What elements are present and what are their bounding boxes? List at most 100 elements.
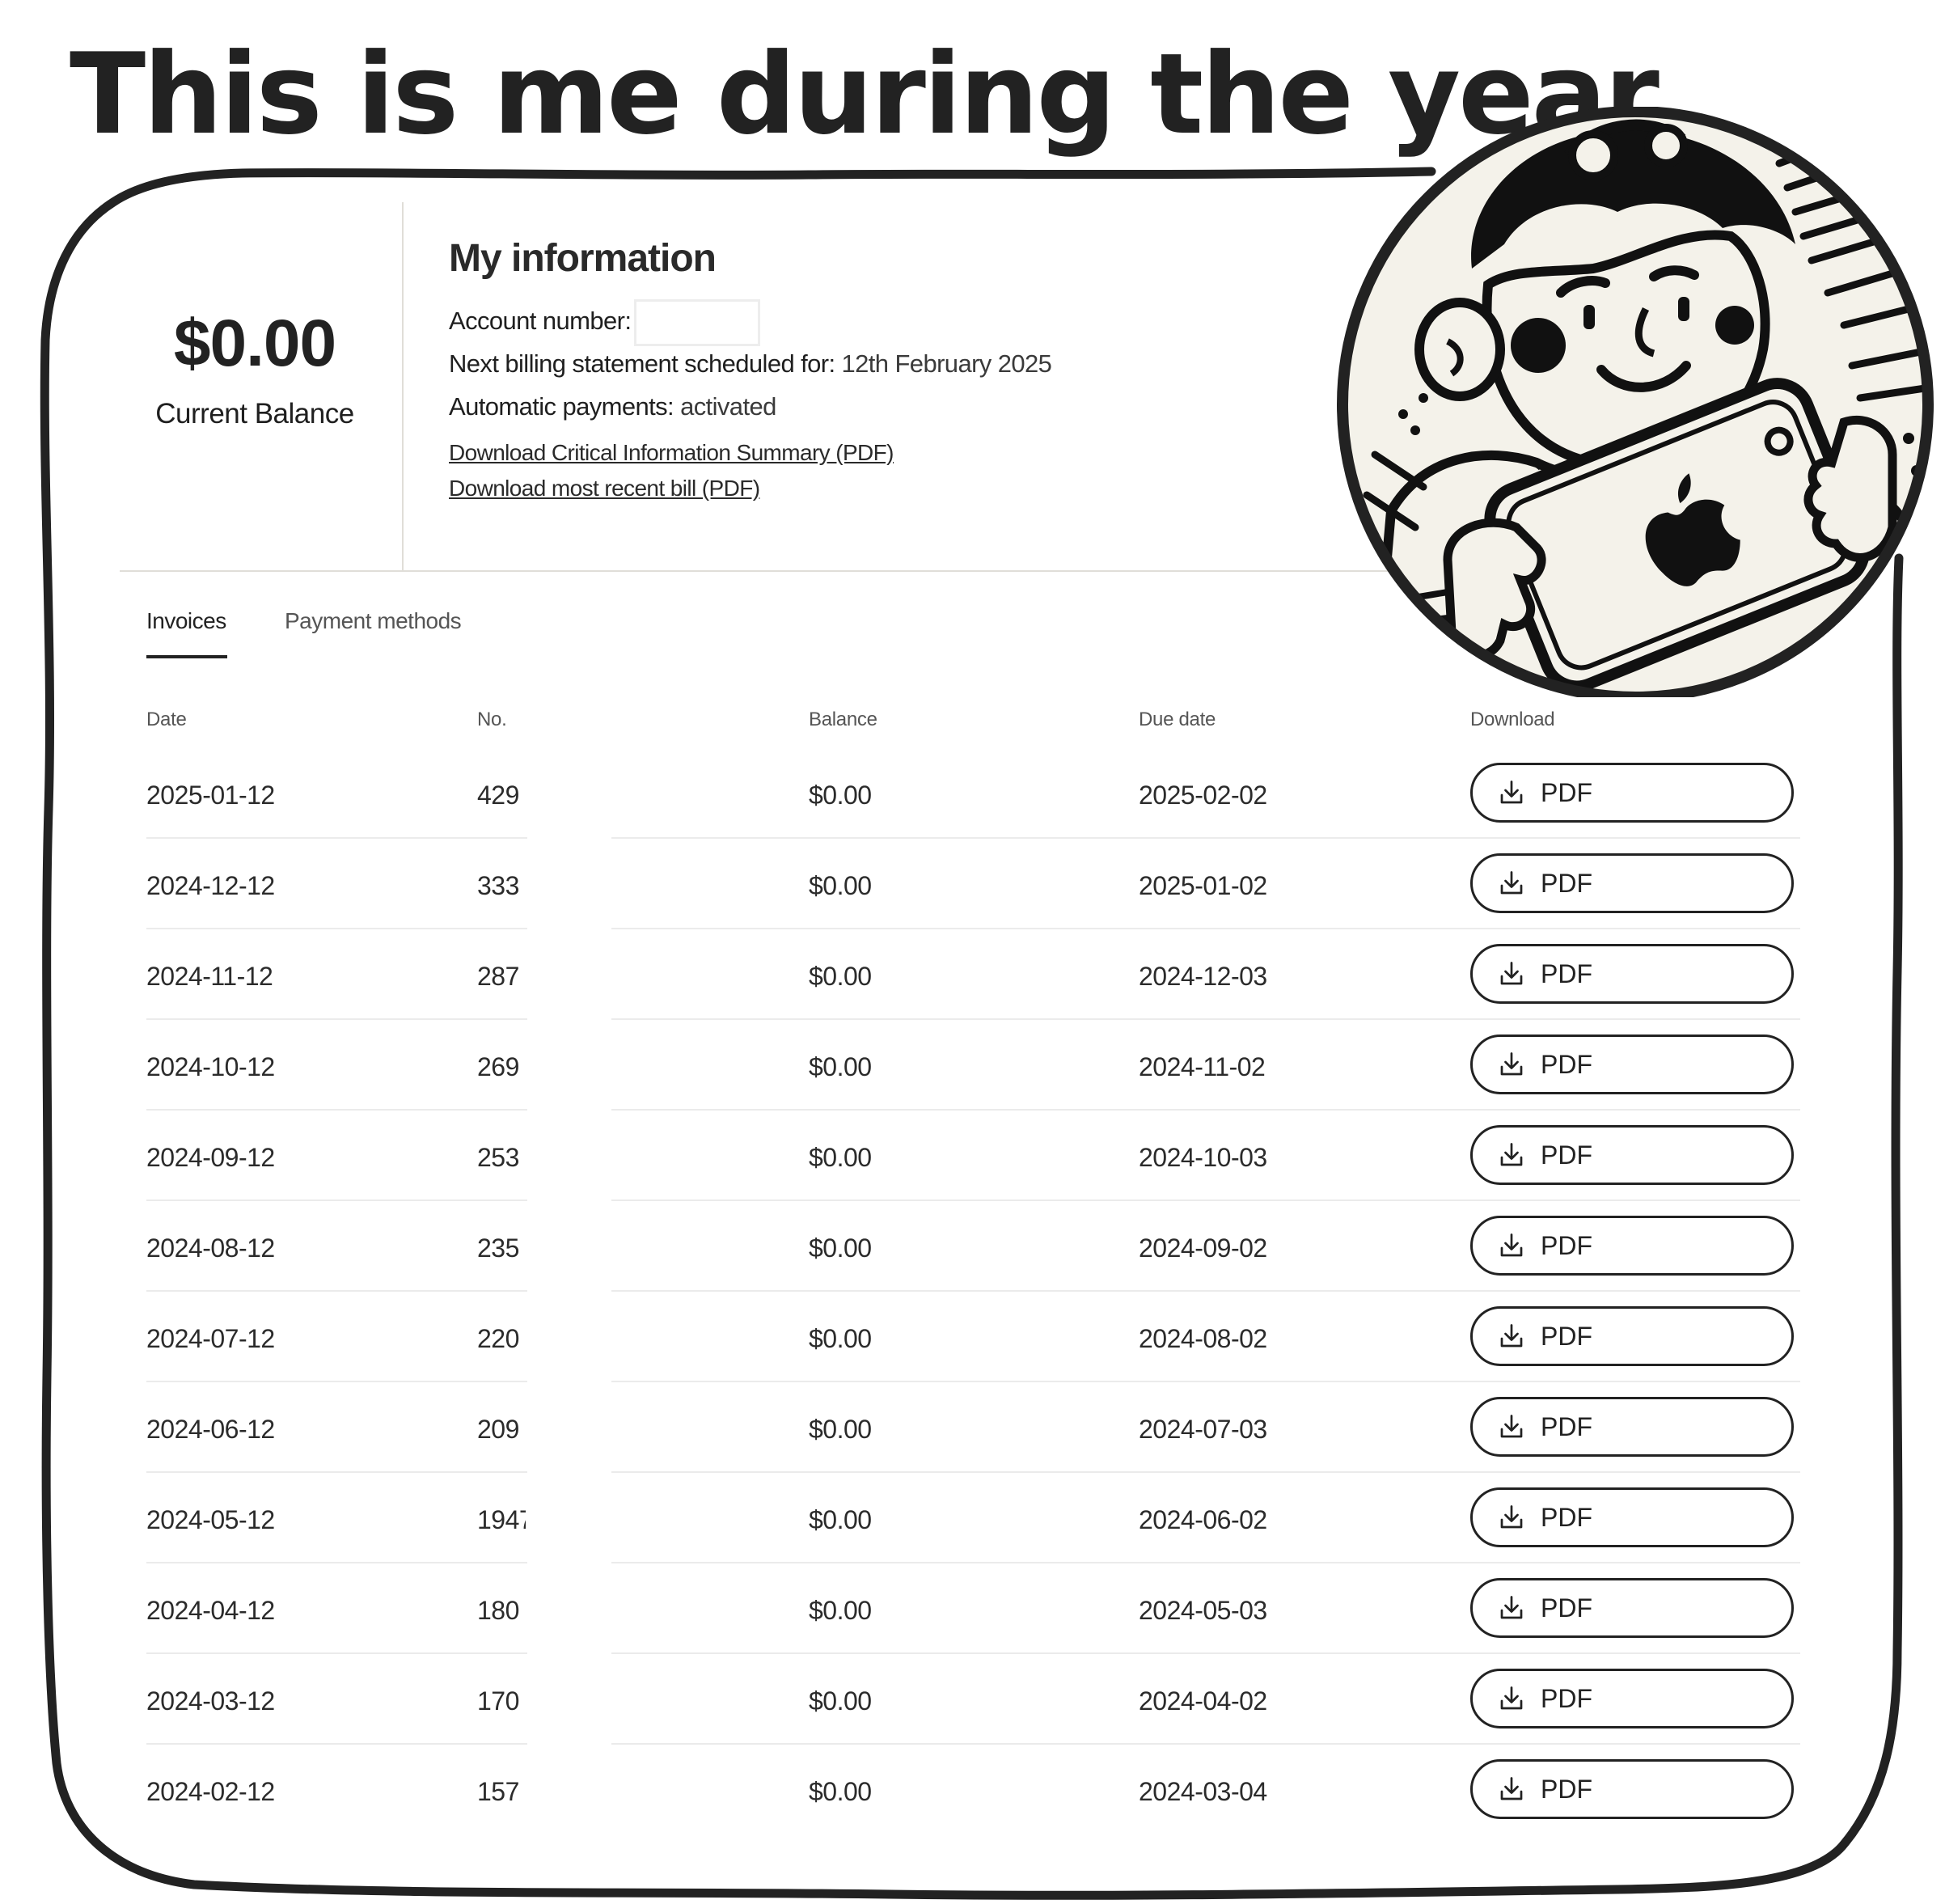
invoice-date: 2025-01-12	[146, 781, 275, 810]
info-title: My information	[449, 237, 717, 280]
header-no: No.	[477, 709, 507, 730]
invoice-balance: $0.00	[809, 1233, 872, 1263]
invoice-row: 2024-08-12 235 $0.00 2024-09-02 PDF	[0, 1201, 1945, 1293]
invoice-date: 2024-07-12	[146, 1324, 275, 1353]
invoice-due-date: 2025-01-02	[1139, 871, 1267, 900]
download-pdf-button[interactable]: PDF	[1470, 1759, 1794, 1819]
invoice-number: 1947	[477, 1505, 526, 1534]
invoice-date: 2024-09-12	[146, 1143, 275, 1172]
invoice-row: 2024-09-12 253 $0.00 2024-10-03 PDF	[0, 1111, 1945, 1202]
header-balance: Balance	[809, 709, 877, 730]
download-pdf-button[interactable]: PDF	[1470, 1035, 1794, 1094]
download-pdf-button[interactable]: PDF	[1470, 1125, 1794, 1185]
invoice-date: 2024-10-12	[146, 1052, 275, 1081]
auto-payments-row: Automatic payments: activated	[449, 392, 776, 421]
invoice-balance: $0.00	[809, 1505, 872, 1534]
invoice-number: 333	[477, 871, 519, 900]
download-pdf-button[interactable]: PDF	[1470, 944, 1794, 1004]
pdf-button-label: PDF	[1541, 1683, 1592, 1713]
invoice-date: 2024-02-12	[146, 1777, 275, 1806]
invoice-number: 170	[477, 1686, 519, 1716]
download-cis-link[interactable]: Download Critical Information Summary (P…	[449, 440, 894, 466]
invoice-date: 2024-03-12	[146, 1686, 275, 1716]
download-icon	[1500, 871, 1523, 895]
account-number-row: Account number:	[449, 299, 761, 346]
download-icon	[1500, 1596, 1523, 1619]
pdf-button-label: PDF	[1541, 1140, 1592, 1170]
invoice-date: 2024-12-12	[146, 871, 275, 900]
download-icon	[1500, 1143, 1523, 1166]
invoice-row: 2024-12-12 333 $0.00 2025-01-02 PDF	[0, 839, 1945, 930]
invoice-number: 209	[477, 1415, 519, 1444]
invoice-number: 253	[477, 1143, 519, 1172]
invoice-date: 2024-05-12	[146, 1505, 275, 1534]
invoice-due-date: 2024-10-03	[1139, 1143, 1267, 1172]
download-pdf-button[interactable]: PDF	[1470, 853, 1794, 913]
download-pdf-button[interactable]: PDF	[1470, 1487, 1794, 1547]
panel-divider	[402, 202, 404, 570]
invoice-balance: $0.00	[809, 1415, 872, 1444]
invoice-row: 2024-04-12 180 $0.00 2024-05-03 PDF	[0, 1563, 1945, 1655]
invoice-date: 2024-08-12	[146, 1233, 275, 1263]
pdf-button-label: PDF	[1541, 1321, 1592, 1351]
invoice-row: 2024-02-12 157 $0.00 2024-03-04 PDF	[0, 1745, 1945, 1835]
download-icon	[1500, 1233, 1523, 1257]
pdf-button-label: PDF	[1541, 1411, 1592, 1441]
auto-payments-label: Automatic payments:	[449, 392, 674, 421]
download-icon	[1500, 1505, 1523, 1529]
invoice-balance: $0.00	[809, 1686, 872, 1716]
invoice-row: 2024-07-12 220 $0.00 2024-08-02 PDF	[0, 1292, 1945, 1383]
billing-value: 12th February 2025	[841, 349, 1052, 378]
invoice-date: 2024-06-12	[146, 1415, 275, 1444]
pdf-button-label: PDF	[1541, 1049, 1592, 1079]
pdf-button-label: PDF	[1541, 1502, 1592, 1532]
avatar-illustration	[1337, 107, 1934, 697]
download-icon	[1500, 1686, 1523, 1710]
header-due-date: Due date	[1139, 709, 1216, 730]
invoice-row: 2025-01-12 429 $0.00 2025-02-02 PDF	[0, 748, 1945, 840]
download-recent-bill-link[interactable]: Download most recent bill (PDF)	[449, 476, 760, 501]
invoice-date: 2024-11-12	[146, 962, 273, 991]
download-icon	[1500, 1415, 1523, 1438]
invoice-due-date: 2025-02-02	[1139, 781, 1267, 810]
invoice-date: 2024-04-12	[146, 1596, 275, 1625]
tab-payment-methods[interactable]: Payment methods	[285, 608, 462, 634]
invoice-due-date: 2024-03-04	[1139, 1777, 1267, 1806]
download-pdf-button[interactable]: PDF	[1470, 1578, 1794, 1638]
invoice-row: 2024-10-12 269 $0.00 2024-11-02 PDF	[0, 1020, 1945, 1111]
invoice-row: 2024-06-12 209 $0.00 2024-07-03 PDF	[0, 1382, 1945, 1474]
header-date: Date	[146, 709, 187, 730]
invoice-balance: $0.00	[809, 781, 872, 810]
header-download: Download	[1470, 709, 1555, 730]
invoice-balance: $0.00	[809, 1143, 872, 1172]
download-pdf-button[interactable]: PDF	[1470, 1216, 1794, 1276]
current-balance-amount: $0.00	[173, 307, 336, 380]
download-pdf-button[interactable]: PDF	[1470, 763, 1794, 823]
invoice-due-date: 2024-07-03	[1139, 1415, 1267, 1444]
invoice-due-date: 2024-12-03	[1139, 962, 1267, 991]
download-icon	[1500, 1052, 1523, 1076]
invoice-due-date: 2024-04-02	[1139, 1686, 1267, 1716]
download-pdf-button[interactable]: PDF	[1470, 1397, 1794, 1457]
invoice-number: 157	[477, 1777, 519, 1806]
invoice-number: 269	[477, 1052, 519, 1081]
auto-payments-value: activated	[680, 392, 776, 421]
invoice-row: 2024-05-12 1947 $0.00 2024-06-02 PDF	[0, 1473, 1945, 1564]
invoice-row: 2024-03-12 170 $0.00 2024-04-02 PDF	[0, 1654, 1945, 1745]
invoice-due-date: 2024-05-03	[1139, 1596, 1267, 1625]
pdf-button-label: PDF	[1541, 777, 1592, 807]
invoice-number: 180	[477, 1596, 519, 1625]
download-icon	[1500, 1324, 1523, 1348]
invoice-balance: $0.00	[809, 1052, 872, 1081]
pdf-button-label: PDF	[1541, 958, 1592, 988]
invoice-number: 220	[477, 1324, 519, 1353]
account-number-redacted	[634, 299, 761, 346]
invoice-due-date: 2024-09-02	[1139, 1233, 1267, 1263]
billing-label: Next billing statement scheduled for:	[449, 349, 835, 378]
pdf-button-label: PDF	[1541, 1230, 1592, 1260]
invoice-due-date: 2024-06-02	[1139, 1505, 1267, 1534]
download-pdf-button[interactable]: PDF	[1470, 1306, 1794, 1366]
download-pdf-button[interactable]: PDF	[1470, 1669, 1794, 1728]
tab-invoices[interactable]: Invoices	[146, 608, 226, 634]
pdf-button-label: PDF	[1541, 1774, 1592, 1804]
